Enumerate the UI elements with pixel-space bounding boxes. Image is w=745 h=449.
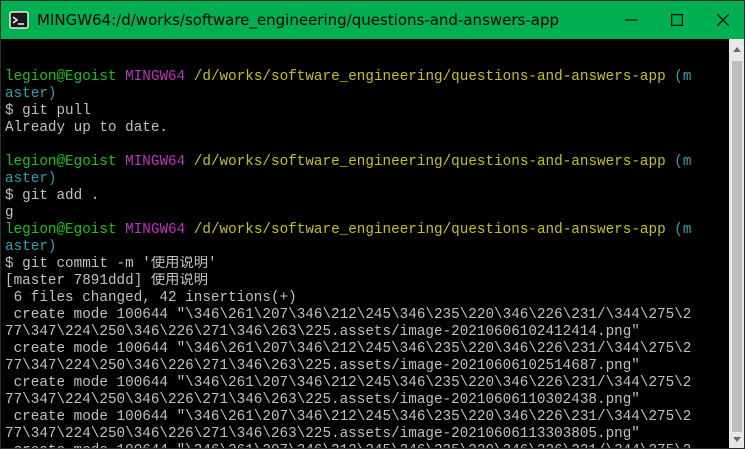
terminal-text-segment: create mode 100644 "\346\261\207\346\212… [5,341,692,357]
terminal-text-segment: legion@Egoist [5,69,117,85]
terminal-line: create mode 100644 "\346\261\207\346\212… [5,409,727,426]
terminal-line: aster) [5,171,727,188]
terminal-text-segment: [master 7891ddd] 使用说明 [5,273,209,289]
minimize-button[interactable] [608,1,654,39]
terminal-text-segment: (m [674,154,692,170]
terminal-text-segment: /d/works/software_engineering/questions-… [193,69,666,85]
terminal-text-segment: Already up to date. [5,120,169,136]
terminal-text-segment: create mode 100644 "\346\261\207\346\212… [5,307,692,323]
terminal-line: 6 files changed, 42 insertions(+) [5,290,727,307]
maximize-icon [671,14,683,26]
terminal-line: 77\347\224\250\346\226\271\346\263\225.a… [5,392,727,409]
terminal-line: g [5,205,727,222]
terminal-line: legion@Egoist MINGW64 /d/works/software_… [5,69,727,86]
terminal-line: $ git add . [5,188,727,205]
terminal-text-segment: create mode 100644 "\346\261\207\346\212… [5,375,692,391]
terminal-text-segment: 77\347\224\250\346\226\271\346\263\225.a… [5,324,640,340]
terminal-text-segment: MINGW64 [125,69,186,85]
terminal-line: Already up to date. [5,120,727,137]
terminal-text-segment: aster) [5,239,57,255]
terminal-text-segment: /d/works/software_engineering/questions-… [193,154,666,170]
terminal-text-segment: $ git add . [5,188,100,204]
mintty-terminal-icon[interactable] [9,10,29,30]
terminal-line: 77\347\224\250\346\226\271\346\263\225.a… [5,426,727,443]
terminal-line: 77\347\224\250\346\226\271\346\263\225.a… [5,324,727,341]
terminal-text-segment: 77\347\224\250\346\226\271\346\263\225.a… [5,358,640,374]
maximize-button[interactable] [654,1,700,39]
scroll-up-arrow-icon[interactable] [729,41,744,57]
terminal-output[interactable]: legion@Egoist MINGW64 /d/works/software_… [5,52,727,448]
terminal-line: create mode 100644 "\346\261\207\346\212… [5,443,727,448]
terminal-text-segment: MINGW64 [125,222,186,238]
terminal-text-segment: 77\347\224\250\346\226\271\346\263\225.a… [5,392,640,408]
terminal-line: legion@Egoist MINGW64 /d/works/software_… [5,222,727,239]
terminal-line: 77\347\224\250\346\226\271\346\263\225.a… [5,358,727,375]
terminal-text-segment: create mode 100644 "\346\261\207\346\212… [5,409,692,425]
vertical-scrollbar[interactable] [729,39,744,448]
terminal-text-segment: /d/works/software_engineering/questions-… [193,222,666,238]
terminal-line: $ git pull [5,103,727,120]
terminal-text-segment: MINGW64 [125,154,186,170]
close-button[interactable] [700,1,744,39]
scrollbar-thumb[interactable] [732,61,742,432]
close-icon [717,14,729,26]
terminal-line: create mode 100644 "\346\261\207\346\212… [5,341,727,358]
terminal-text-segment: (m [674,222,692,238]
title-bar[interactable]: MINGW64:/d/works/software_engineering/qu… [1,1,744,39]
terminal-window: MINGW64:/d/works/software_engineering/qu… [0,0,745,449]
terminal-line: aster) [5,239,727,256]
scroll-down-arrow-icon[interactable] [729,431,744,447]
terminal-text-segment: aster) [5,171,57,187]
terminal-line: $ git commit -m '使用说明' [5,256,727,273]
window-title: MINGW64:/d/works/software_engineering/qu… [37,11,560,29]
terminal-text-segment: 6 files changed, 42 insertions(+) [5,290,297,306]
terminal-line: [master 7891ddd] 使用说明 [5,273,727,290]
terminal-text-segment: aster) [5,86,57,102]
terminal-text-segment: g [5,205,14,221]
terminal-line: aster) [5,86,727,103]
terminal-line: create mode 100644 "\346\261\207\346\212… [5,307,727,324]
terminal-text-segment: $ git commit -m '使用说明' [5,256,217,272]
terminal-line: legion@Egoist MINGW64 /d/works/software_… [5,154,727,171]
terminal-text-segment: 77\347\224\250\346\226\271\346\263\225.a… [5,426,640,442]
minimize-icon [625,19,637,21]
terminal-text-segment: legion@Egoist [5,222,117,238]
terminal-text-segment: (m [674,69,692,85]
terminal-text-segment: create mode 100644 "\346\261\207\346\212… [5,443,692,448]
terminal-line: create mode 100644 "\346\261\207\346\212… [5,375,727,392]
terminal-text-segment: $ git pull [5,103,91,119]
terminal-text-segment: legion@Egoist [5,154,117,170]
